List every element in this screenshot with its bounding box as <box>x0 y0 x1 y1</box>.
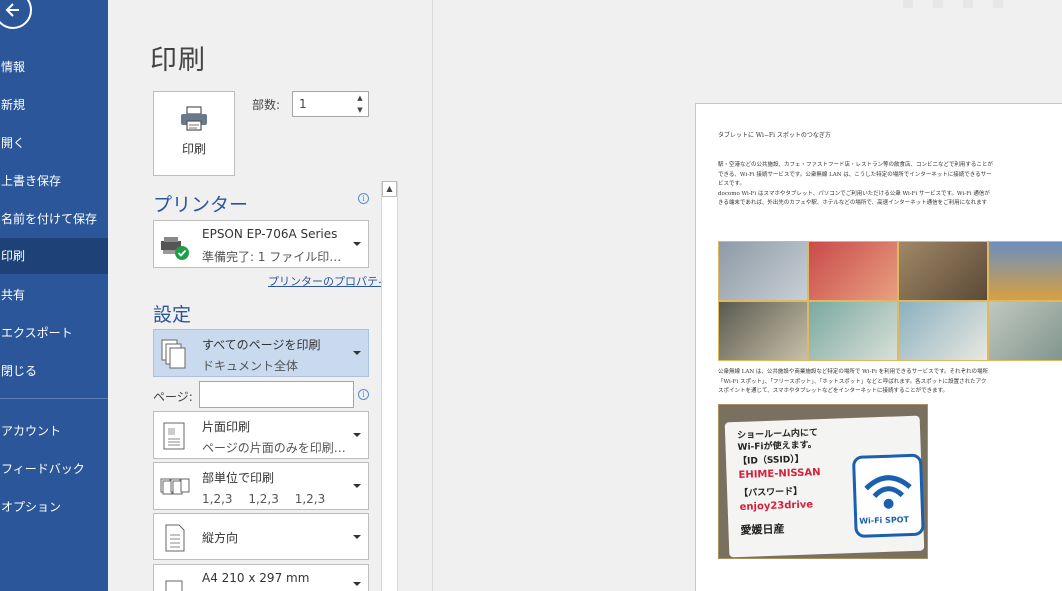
orientation-title: 縦方向 <box>202 531 239 545</box>
pages-stack-icon <box>161 339 186 369</box>
doc-line: docomo Wi-Fi はスマホやタブレット、パソコンでご利用いただける公衆 … <box>718 190 990 197</box>
photo-tile <box>988 301 1062 361</box>
decorative-pattern <box>903 0 1003 8</box>
collate-desc: 1,2,3 1,2,3 1,2,3 <box>202 492 326 506</box>
wifi-sign-brand: 愛媛日産 <box>740 522 785 537</box>
pages-info-icon[interactable]: i <box>358 389 369 400</box>
page-title: 印刷 <box>150 45 206 76</box>
wifi-sign-photo: ショールーム内にて Wi-Fiが使えます。 【ID（SSID）】 EHIME-N… <box>718 404 928 559</box>
orientation-dropdown[interactable]: 縦方向 <box>153 513 369 560</box>
paper-size-title: A4 210 x 297 mm <box>202 571 310 585</box>
photo-tile <box>718 301 808 361</box>
copies-value: 1 <box>299 97 307 111</box>
collate-icon <box>160 478 190 495</box>
copies-spinner[interactable]: 1 ▲ ▼ <box>292 91 369 117</box>
wifi-spot-badge: Wi-Fi SPOT <box>851 453 925 538</box>
sidebar-item-export[interactable]: エクスポート <box>0 315 108 351</box>
sidebar-item-print[interactable]: 印刷 <box>0 238 108 274</box>
sides-title: 片面印刷 <box>202 420 251 434</box>
doc-paragraph-1: 駅・空港などの公共施設、カフェ・ファストフード店・レストラン等の飲食店、コンビニ… <box>718 161 1062 209</box>
wifi-icon <box>864 475 912 509</box>
photo-tile <box>898 301 988 361</box>
doc-line: スポイントを通じて、スマホやタブレットなどをインターネットに接続することができま… <box>718 388 949 394</box>
print-range-desc: ドキュメント全体 <box>202 359 299 373</box>
print-preview-area: タブレットに Wi−Fi スポットのつなぎ方 駅・空港などの公共施設、カフェ・フ… <box>432 0 1062 591</box>
paper-size-dropdown[interactable]: A4 210 x 297 mm <box>153 564 369 591</box>
photo-tile <box>988 241 1062 301</box>
chevron-down-icon <box>353 433 361 437</box>
doc-line: ビスです。 <box>718 181 745 187</box>
photo-tile <box>898 241 988 301</box>
photo-tile <box>808 301 898 361</box>
preview-page: タブレットに Wi−Fi スポットのつなぎ方 駅・空港などの公共施設、カフェ・フ… <box>695 103 1062 591</box>
printer-name: EPSON EP-706A Series <box>202 227 338 241</box>
wifi-sign-line: Wi-Fiが使えます。 <box>737 440 817 454</box>
sidebar-item-new[interactable]: 新規 <box>0 87 108 123</box>
paper-size-icon <box>165 580 183 591</box>
copies-label: 部数: <box>252 98 281 112</box>
sidebar-item-options[interactable]: オプション <box>0 489 108 525</box>
chevron-down-icon <box>353 351 361 355</box>
sidebar-divider <box>0 398 108 399</box>
pages-label: ページ: <box>153 390 193 404</box>
doc-line: できる、Wi-Fi 接続サービスです。公衆無線 LAN は、こうした特定の場所で… <box>718 171 992 178</box>
sidebar-item-close[interactable]: 閉じる <box>0 353 108 389</box>
wifi-sign: ショールーム内にて Wi-Fiが使えます。 【ID（SSID）】 EHIME-N… <box>724 415 925 558</box>
sidebar-item-open[interactable]: 開く <box>0 125 108 161</box>
doc-line: きる端末であれば、外出先のカフェや駅、ホテルなどの場所で、高速インターネット通信… <box>718 200 988 206</box>
sidebar-item-feedback[interactable]: フィードバック <box>0 451 108 487</box>
arrow-left-icon <box>5 3 19 17</box>
scroll-up-icon[interactable]: ▲ <box>382 181 397 197</box>
doc-line: 駅・空港などの公共施設、カフェ・ファストフード店・レストラン等の飲食店、コンビニ… <box>718 162 993 168</box>
printer-info-icon[interactable]: i <box>358 193 369 204</box>
wifi-spot-label: Wi-Fi SPOT <box>859 515 910 526</box>
sides-dropdown[interactable]: 片面印刷 ページの片面のみを印刷… <box>153 411 369 459</box>
backstage-sidebar: 情報 新規 開く 上書き保存 名前を付けて保存 印刷 共有 エクスポート 閉じる… <box>0 0 108 591</box>
photo-tile <box>718 241 808 301</box>
wifi-sign-ssid: EHIME-NISSAN <box>738 467 821 481</box>
chevron-down-icon <box>353 582 361 586</box>
doc-line: 公衆無線 LAN は、公共施設や商業施設など特定の場所で Wi-Fi を利用でき… <box>718 369 989 375</box>
print-button-label: 印刷 <box>181 142 206 156</box>
print-range-dropdown[interactable]: すべてのページを印刷 ドキュメント全体 <box>153 329 369 377</box>
wifi-sign-line: 【ID（SSID）】 <box>737 454 804 467</box>
print-button[interactable]: 印刷 <box>153 91 235 176</box>
printer-icon <box>181 106 207 131</box>
sidebar-item-account[interactable]: アカウント <box>0 413 108 449</box>
pages-input[interactable] <box>199 381 354 408</box>
spin-up-icon[interactable]: ▲ <box>357 94 362 102</box>
wifi-sign-line: 【パスワード】 <box>739 486 803 499</box>
chevron-down-icon <box>353 242 361 246</box>
collate-title: 部単位で印刷 <box>202 471 275 485</box>
printer-properties-link[interactable]: プリンターのプロパティ <box>268 273 388 289</box>
spin-down-icon[interactable]: ▼ <box>357 106 362 114</box>
portrait-icon <box>165 524 185 552</box>
printer-dropdown[interactable]: EPSON EP-706A Series 準備完了: 1 ファイル印… <box>153 220 369 268</box>
single-side-icon <box>163 422 185 450</box>
sidebar-item-save[interactable]: 上書き保存 <box>0 163 108 199</box>
print-range-title: すべてのページを印刷 <box>202 338 321 352</box>
print-settings-pane: 印刷 印刷 部数: 1 ▲ ▼ プリンター i EPSON EP-706A Se… <box>108 0 432 591</box>
doc-paragraph-2: 公衆無線 LAN は、公共施設や商業施設など特定の場所で Wi-Fi を利用でき… <box>718 368 1062 397</box>
sides-desc: ページの片面のみを印刷… <box>202 441 346 455</box>
printer-section-heading: プリンター <box>153 194 249 216</box>
printer-ready-icon <box>161 237 189 260</box>
settings-section-heading: 設定 <box>153 304 192 326</box>
chevron-down-icon <box>353 484 361 488</box>
doc-line: 「Wi-Fi スポット」、「フリースポット」、「ホットスポット」などと呼ばれます… <box>718 378 987 385</box>
photo-collage <box>718 241 1062 361</box>
photo-tile <box>808 241 898 301</box>
sidebar-item-save-as[interactable]: 名前を付けて保存 <box>0 201 108 237</box>
collate-dropdown[interactable]: 部単位で印刷 1,2,3 1,2,3 1,2,3 <box>153 462 369 510</box>
printer-status: 準備完了: 1 ファイル印… <box>202 250 342 264</box>
sidebar-item-share[interactable]: 共有 <box>0 277 108 313</box>
doc-title: タブレットに Wi−Fi スポットのつなぎ方 <box>718 132 831 139</box>
back-button[interactable] <box>0 0 32 29</box>
settings-scrollbar[interactable]: ▲ <box>381 181 398 591</box>
sidebar-item-info[interactable]: 情報 <box>0 49 108 85</box>
wifi-sign-password: enjoy23drive <box>739 499 814 513</box>
chevron-down-icon <box>353 534 361 539</box>
